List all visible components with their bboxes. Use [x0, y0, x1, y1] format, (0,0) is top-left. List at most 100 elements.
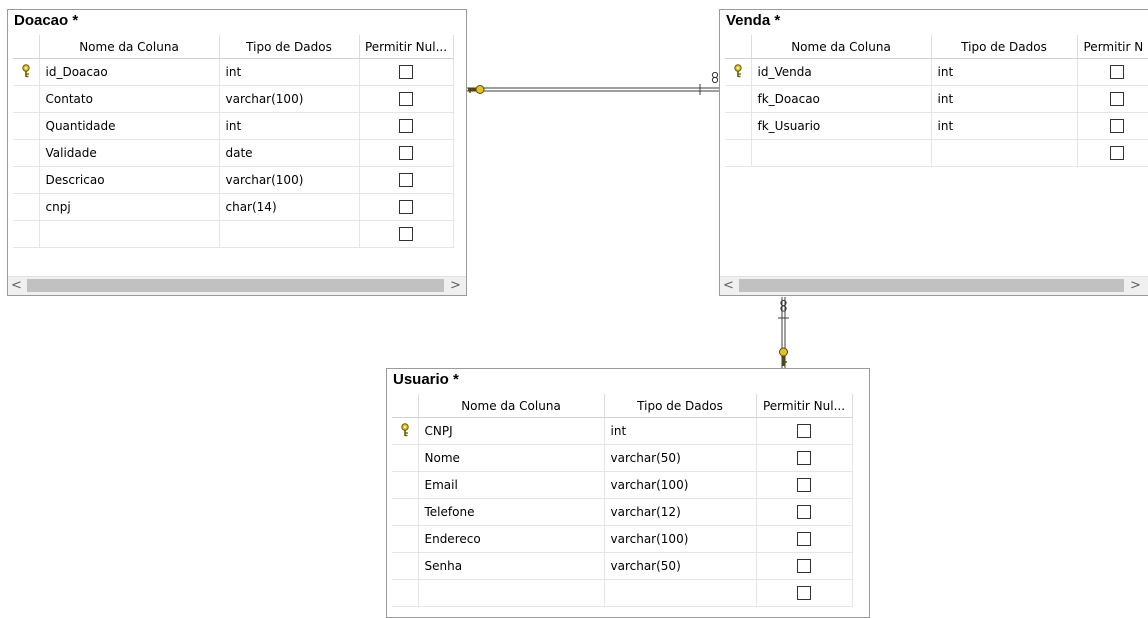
row-selector[interactable]	[392, 498, 419, 526]
data-type-cell[interactable]: varchar(100)	[604, 471, 757, 499]
horizontal-scrollbar[interactable]: < >	[8, 276, 466, 295]
allow-nulls-checkbox[interactable]	[1110, 65, 1124, 80]
row-selector[interactable]	[13, 112, 40, 140]
allow-nulls-checkbox[interactable]	[399, 200, 413, 215]
column-name-cell[interactable]: fk_Doacao	[751, 85, 932, 113]
scroll-right-arrow[interactable]: >	[447, 277, 464, 295]
scroll-right-arrow[interactable]: >	[1127, 277, 1144, 295]
row-selector[interactable]	[392, 417, 419, 445]
row-selector[interactable]	[392, 444, 419, 472]
column-name-cell[interactable]	[39, 220, 220, 248]
allow-nulls-checkbox[interactable]	[797, 559, 811, 574]
row-selector[interactable]	[725, 58, 752, 86]
column-name-header[interactable]: Nome da Coluna	[418, 394, 605, 418]
allow-nulls-header[interactable]: Permitir Nul...	[359, 35, 454, 59]
allow-nulls-header[interactable]: Permitir Nul...	[756, 394, 853, 418]
data-type-cell[interactable]: date	[219, 139, 360, 167]
table-row[interactable]: Email varchar(100)	[392, 471, 853, 499]
row-selector[interactable]	[13, 166, 40, 194]
data-type-cell[interactable]: varchar(100)	[604, 525, 757, 553]
allow-nulls-checkbox[interactable]	[1110, 119, 1124, 134]
table-venda[interactable]: Venda * Nome da Coluna Tipo de Dados Per…	[719, 9, 1148, 296]
scroll-left-arrow[interactable]: <	[720, 277, 737, 295]
table-row[interactable]: id_Doacao int	[13, 58, 454, 86]
allow-nulls-checkbox[interactable]	[797, 424, 811, 439]
column-name-cell[interactable]: Senha	[418, 552, 605, 580]
allow-nulls-checkbox[interactable]	[399, 227, 413, 242]
table-usuario[interactable]: Usuario * Nome da Coluna Tipo de Dados P…	[386, 368, 870, 618]
data-type-cell[interactable]: varchar(12)	[604, 498, 757, 526]
data-type-cell[interactable]: varchar(50)	[604, 444, 757, 472]
scroll-thumb[interactable]	[739, 279, 1124, 292]
allow-nulls-checkbox[interactable]	[399, 92, 413, 107]
data-type-cell[interactable]: int	[931, 85, 1078, 113]
table-row[interactable]: cnpj char(14)	[13, 193, 454, 221]
column-name-cell[interactable]: CNPJ	[418, 417, 605, 445]
data-type-cell[interactable]: varchar(50)	[604, 552, 757, 580]
allow-nulls-checkbox[interactable]	[1110, 146, 1124, 161]
row-selector[interactable]	[392, 525, 419, 553]
row-selector[interactable]	[13, 58, 40, 86]
column-name-cell[interactable]: fk_Usuario	[751, 112, 932, 140]
data-type-cell[interactable]: varchar(100)	[219, 166, 360, 194]
data-type-cell[interactable]	[219, 220, 360, 248]
column-name-cell[interactable]: cnpj	[39, 193, 220, 221]
data-type-header[interactable]: Tipo de Dados	[931, 35, 1078, 59]
column-name-cell[interactable]: Validade	[39, 139, 220, 167]
data-type-cell[interactable]: int	[219, 112, 360, 140]
data-type-cell[interactable]: int	[931, 58, 1078, 86]
allow-nulls-checkbox[interactable]	[1110, 92, 1124, 107]
table-row[interactable]	[725, 139, 1148, 167]
table-row[interactable]: Endereco varchar(100)	[392, 525, 853, 553]
scroll-thumb[interactable]	[27, 279, 444, 292]
row-selector[interactable]	[725, 85, 752, 113]
data-type-cell[interactable]: int	[931, 112, 1078, 140]
row-selector[interactable]	[13, 139, 40, 167]
allow-nulls-checkbox[interactable]	[797, 478, 811, 493]
data-type-cell[interactable]: char(14)	[219, 193, 360, 221]
column-name-cell[interactable]: Email	[418, 471, 605, 499]
column-name-header[interactable]: Nome da Coluna	[751, 35, 932, 59]
data-type-cell[interactable]: int	[604, 417, 757, 445]
allow-nulls-checkbox[interactable]	[797, 505, 811, 520]
table-row[interactable]: fk_Doacao int	[725, 85, 1148, 113]
table-row[interactable]: id_Venda int	[725, 58, 1148, 86]
data-type-cell[interactable]: varchar(100)	[219, 85, 360, 113]
allow-nulls-checkbox[interactable]	[399, 65, 413, 80]
column-name-cell[interactable]	[751, 139, 932, 167]
column-name-cell[interactable]: Descricao	[39, 166, 220, 194]
column-name-cell[interactable]: id_Venda	[751, 58, 932, 86]
table-row[interactable]: Quantidade int	[13, 112, 454, 140]
column-name-cell[interactable]: Nome	[418, 444, 605, 472]
column-name-cell[interactable]: Contato	[39, 85, 220, 113]
allow-nulls-checkbox[interactable]	[399, 119, 413, 134]
table-row[interactable]: Senha varchar(50)	[392, 552, 853, 580]
table-doacao[interactable]: Doacao * Nome da Coluna Tipo de Dados Pe…	[7, 9, 467, 296]
data-type-cell[interactable]: int	[219, 58, 360, 86]
row-selector[interactable]	[725, 112, 752, 140]
table-row[interactable]: Descricao varchar(100)	[13, 166, 454, 194]
allow-nulls-checkbox[interactable]	[797, 532, 811, 547]
allow-nulls-checkbox[interactable]	[399, 173, 413, 188]
column-name-cell[interactable]	[418, 579, 605, 607]
data-type-cell[interactable]	[604, 579, 757, 607]
scroll-left-arrow[interactable]: <	[8, 277, 25, 295]
table-row[interactable]: Telefone varchar(12)	[392, 498, 853, 526]
allow-nulls-checkbox[interactable]	[399, 146, 413, 161]
table-row[interactable]: fk_Usuario int	[725, 112, 1148, 140]
allow-nulls-checkbox[interactable]	[797, 451, 811, 466]
column-name-cell[interactable]: Telefone	[418, 498, 605, 526]
row-selector[interactable]	[13, 85, 40, 113]
row-selector[interactable]	[13, 220, 40, 248]
column-name-cell[interactable]: Endereco	[418, 525, 605, 553]
row-selector[interactable]	[392, 579, 419, 607]
table-row[interactable]: Validade date	[13, 139, 454, 167]
row-selector[interactable]	[392, 471, 419, 499]
relationship-doacao-venda[interactable]	[467, 84, 719, 95]
column-name-cell[interactable]: Quantidade	[39, 112, 220, 140]
column-name-cell[interactable]: id_Doacao	[39, 58, 220, 86]
row-selector[interactable]	[13, 193, 40, 221]
horizontal-scrollbar[interactable]: < >	[720, 276, 1148, 295]
row-selector[interactable]	[725, 139, 752, 167]
table-row[interactable]	[392, 579, 853, 607]
